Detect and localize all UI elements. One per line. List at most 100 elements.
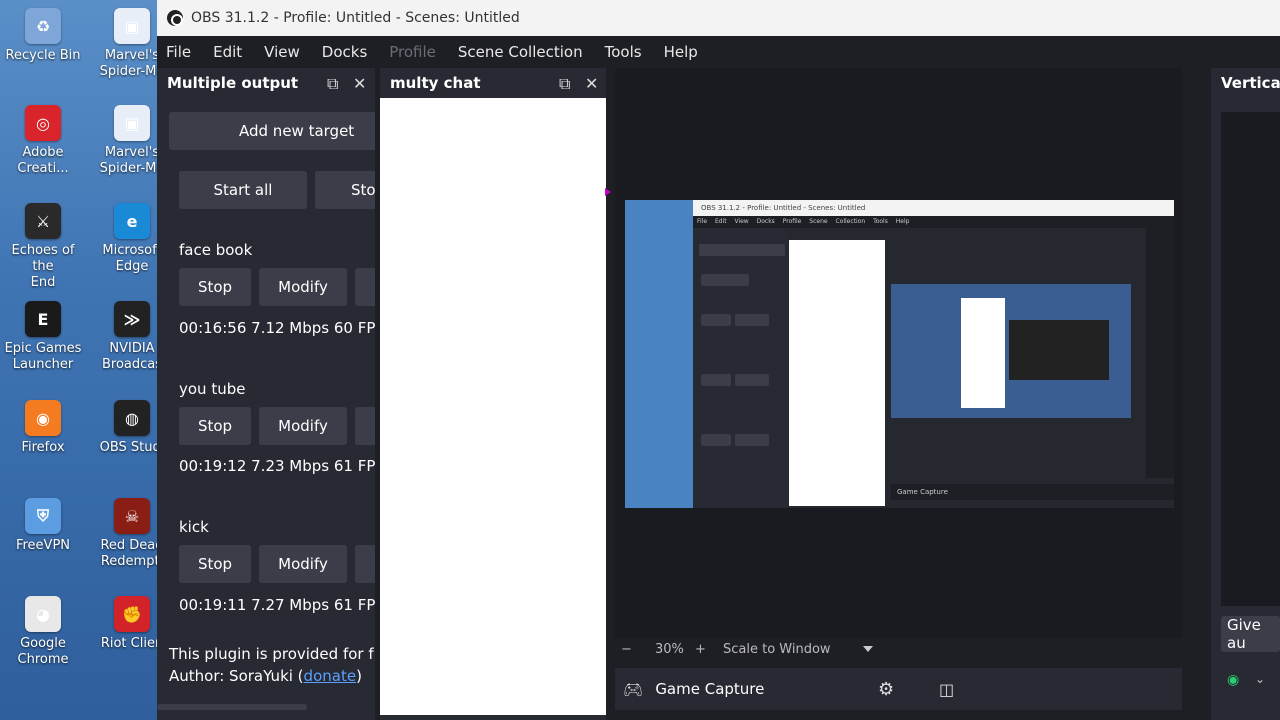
chat-browser-area[interactable] bbox=[380, 98, 606, 715]
app-icon: E bbox=[25, 301, 61, 337]
menu-view[interactable]: View bbox=[264, 43, 300, 61]
menu-scene-collection[interactable]: Scene Collection bbox=[458, 43, 583, 61]
app-icon: e bbox=[114, 203, 150, 239]
zoom-in-button[interactable]: + bbox=[695, 642, 717, 657]
app-icon: ⛨ bbox=[25, 498, 61, 534]
desktop-icon[interactable]: ♻ Recycle Bin bbox=[0, 8, 86, 64]
horizontal-scrollbar[interactable] bbox=[157, 704, 307, 710]
menu-tools[interactable]: Tools bbox=[605, 43, 642, 61]
live-icon: ◉ bbox=[1227, 672, 1240, 688]
app-icon: ◎ bbox=[25, 105, 61, 141]
obs-logo-icon bbox=[167, 10, 183, 26]
target-stats: 00:19:11 7.27 Mbps 61 FPS bbox=[179, 596, 375, 614]
obs-window: OBS 31.1.2 - Profile: Untitled - Scenes:… bbox=[157, 0, 1280, 720]
desktop: ♻ Recycle Bin ▣ Marvel's Spider-Ma ◎ Adobe Cr… bbox=[0, 0, 164, 720]
cursor-icon bbox=[605, 188, 611, 196]
desktop-icon[interactable]: E Epic Games Launcher bbox=[0, 301, 86, 373]
chevron-down-icon[interactable] bbox=[863, 646, 873, 652]
dock-title: Vertical bbox=[1221, 74, 1280, 92]
app-icon: ☠ bbox=[114, 498, 150, 534]
source-name: Game Capture bbox=[655, 680, 765, 698]
more-button[interactable] bbox=[355, 407, 375, 445]
nested-menu: File Edit View Docks Profile Scene Colle… bbox=[693, 216, 1174, 228]
stop-button[interactable]: Stop bbox=[179, 268, 251, 306]
dock-title: Multiple output bbox=[167, 74, 299, 92]
vertical-dock: Vertical Give au ◉ ⌄ bbox=[1211, 68, 1280, 720]
menu-profile[interactable]: Profile bbox=[389, 43, 436, 61]
app-icon: ◕ bbox=[25, 596, 61, 632]
desktop-icon[interactable]: ⚔ Echoes of the End bbox=[0, 203, 86, 291]
app-icon: ✊ bbox=[114, 596, 150, 632]
close-dock-icon[interactable]: ✕ bbox=[585, 74, 598, 93]
nested-desktop bbox=[625, 200, 693, 508]
gear-icon[interactable]: ⚙ bbox=[878, 679, 894, 700]
desktop-icon-label: Echoes of the End bbox=[11, 243, 75, 290]
donate-link[interactable]: donate bbox=[304, 667, 357, 685]
plugin-note: This plugin is provided for free bbox=[169, 645, 375, 663]
give-button[interactable]: Give au bbox=[1221, 616, 1280, 652]
desktop-icon[interactable]: ◕ Google Chrome bbox=[0, 596, 86, 668]
author-text: Author: SoraYuki ( bbox=[169, 667, 304, 685]
chevron-down-icon[interactable]: ⌄ bbox=[1255, 672, 1265, 686]
app-icon: ≫ bbox=[114, 301, 150, 337]
author-line: Author: SoraYuki (donate) bbox=[169, 667, 362, 685]
multiple-output-dock: Multiple output ⧉ ✕ Add new target Start… bbox=[157, 68, 375, 720]
modify-button[interactable]: Modify bbox=[259, 407, 347, 445]
menu-help[interactable]: Help bbox=[664, 43, 698, 61]
app-icon: ♻ bbox=[25, 8, 61, 44]
source-toolbar: 🎮︎ Game Capture ⚙ ◫ bbox=[615, 668, 1182, 710]
nested-title: OBS 31.1.2 - Profile: Untitled - Scenes:… bbox=[625, 200, 1174, 216]
preview-capture: OBS 31.1.2 - Profile: Untitled - Scenes:… bbox=[625, 200, 1174, 508]
nested-vertical bbox=[1146, 228, 1174, 478]
close-dock-icon[interactable]: ✕ bbox=[353, 74, 366, 93]
desktop-icon-label: Adobe Creati... bbox=[17, 145, 69, 176]
desktop-icon[interactable]: ⛨ FreeVPN bbox=[0, 498, 86, 554]
target-name: kick bbox=[179, 518, 209, 536]
zoom-bar: − 30% + Scale to Window bbox=[615, 638, 1182, 660]
menu-file[interactable]: File bbox=[166, 43, 191, 61]
menu-bar: File Edit View Docks Profile Scene Colle… bbox=[157, 36, 1280, 68]
modify-button[interactable]: Modify bbox=[259, 545, 347, 583]
more-button[interactable] bbox=[355, 545, 375, 583]
desktop-icon-label: Recycle Bin bbox=[5, 48, 81, 63]
target-stats: 00:16:56 7.12 Mbps 60 FPS bbox=[179, 319, 375, 337]
desktop-icon-label: FreeVPN bbox=[15, 538, 71, 553]
gamepad-icon: 🎮︎ bbox=[623, 679, 644, 699]
nested-chat bbox=[789, 240, 885, 506]
window-title: OBS 31.1.2 - Profile: Untitled - Scenes:… bbox=[191, 10, 520, 26]
dock-header: Vertical bbox=[1211, 68, 1280, 98]
stop-all-button[interactable]: Sto bbox=[315, 171, 375, 209]
dock-header: multy chat ⧉ ✕ bbox=[380, 68, 606, 98]
desktop-icon-label: Firefox bbox=[21, 440, 65, 455]
app-icon: ⚔ bbox=[25, 203, 61, 239]
desktop-icon[interactable]: ◉ Firefox bbox=[0, 400, 86, 456]
app-icon: ▣ bbox=[114, 8, 150, 44]
multy-chat-dock: multy chat ⧉ ✕ bbox=[380, 68, 606, 720]
start-all-button[interactable]: Start all bbox=[179, 171, 307, 209]
app-icon: ◉ bbox=[25, 400, 61, 436]
menu-docks[interactable]: Docks bbox=[322, 43, 367, 61]
vertical-preview[interactable] bbox=[1221, 112, 1280, 606]
filters-icon[interactable]: ◫ bbox=[939, 680, 954, 699]
program-preview[interactable]: OBS 31.1.2 - Profile: Untitled - Scenes:… bbox=[605, 68, 1182, 638]
modify-button[interactable]: Modify bbox=[259, 268, 347, 306]
app-icon: ◍ bbox=[114, 400, 150, 436]
zoom-out-button[interactable]: − bbox=[621, 642, 641, 657]
stop-button[interactable]: Stop bbox=[179, 545, 251, 583]
title-bar: OBS 31.1.2 - Profile: Untitled - Scenes:… bbox=[157, 0, 1280, 36]
menu-edit[interactable]: Edit bbox=[213, 43, 242, 61]
author-close: ) bbox=[356, 667, 362, 685]
desktop-icon-label: Epic Games Launcher bbox=[4, 341, 82, 372]
float-dock-icon[interactable]: ⧉ bbox=[327, 74, 338, 94]
more-button[interactable] bbox=[355, 268, 375, 306]
float-dock-icon[interactable]: ⧉ bbox=[559, 74, 570, 94]
target-name: you tube bbox=[179, 380, 246, 398]
scale-mode-select[interactable]: Scale to Window bbox=[723, 642, 863, 657]
nested-source: Game Capture bbox=[891, 484, 1174, 500]
desktop-icon[interactable]: ◎ Adobe Creati... bbox=[0, 105, 86, 177]
app-icon: ▣ bbox=[114, 105, 150, 141]
nested-dock bbox=[693, 228, 787, 508]
target-name: face book bbox=[179, 241, 253, 259]
stop-button[interactable]: Stop bbox=[179, 407, 251, 445]
add-new-target-button[interactable]: Add new target bbox=[169, 112, 375, 150]
